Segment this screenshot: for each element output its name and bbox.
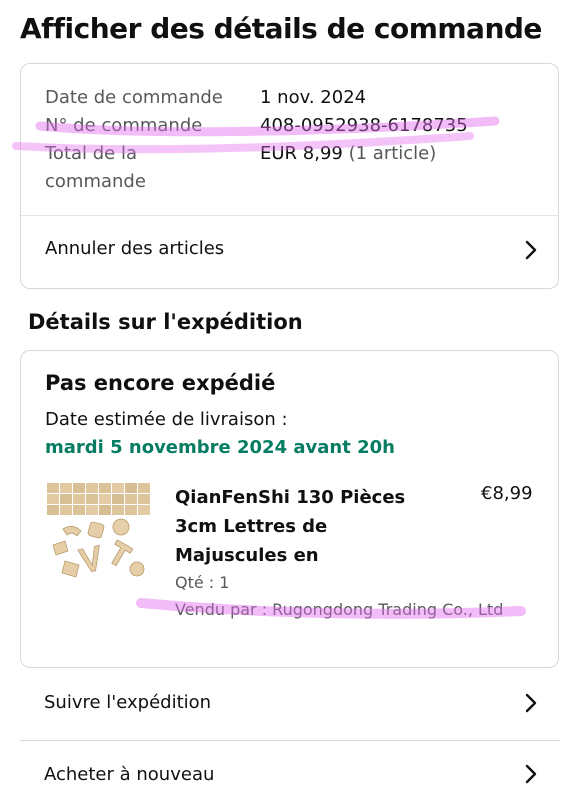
- buy-again-label: Acheter à nouveau: [44, 764, 215, 785]
- chevron-right-icon: [525, 693, 537, 713]
- buy-again-row[interactable]: Acheter à nouveau: [20, 742, 560, 798]
- order-total-label-line2: commande: [45, 171, 146, 192]
- product-title-link[interactable]: QianFenShi 130 Pièces 3cm Lettres de Maj…: [175, 483, 415, 570]
- order-date-value: 1 nov. 2024: [260, 87, 367, 108]
- shipment-status: Pas encore expédié: [45, 371, 276, 395]
- product-seller: Vendu par : Rugongdong Trading Co., Ltd: [175, 600, 504, 619]
- delivery-estimate-label: Date estimée de livraison :: [45, 409, 288, 430]
- loose-letter-shapes: [52, 518, 145, 578]
- cancel-items-row[interactable]: Annuler des articles: [21, 216, 558, 288]
- order-total-value: EUR 8,99 (1 article): [260, 140, 436, 168]
- order-total-amount: EUR 8,99: [260, 143, 343, 164]
- order-summary-card: Date de commande 1 nov. 2024 N° de comma…: [20, 63, 559, 289]
- divider: [20, 740, 560, 741]
- shipment-card: Pas encore expédié Date estimée de livra…: [20, 350, 559, 668]
- track-shipment-label: Suivre l'expédition: [44, 692, 212, 713]
- cancel-items-label: Annuler des articles: [45, 238, 225, 259]
- order-total-count: (1 article): [348, 143, 437, 164]
- order-number-value: 408-0952938-6178735: [260, 115, 468, 136]
- order-number-label: N° de commande: [45, 115, 203, 136]
- chevron-right-icon: [525, 240, 537, 260]
- page-title: Afficher des détails de commande: [20, 12, 542, 45]
- letter-tiles-grid: [47, 483, 150, 515]
- shipment-section-title: Détails sur l'expédition: [28, 310, 303, 334]
- product-quantity: Qté : 1: [175, 573, 230, 592]
- order-date-label: Date de commande: [45, 87, 223, 108]
- product-price: €8,99: [481, 483, 533, 504]
- track-shipment-row[interactable]: Suivre l'expédition: [20, 670, 560, 740]
- order-total-label-line1: Total de la: [45, 143, 138, 164]
- delivery-estimate-date: mardi 5 novembre 2024 avant 20h: [45, 437, 395, 458]
- product-image[interactable]: [45, 481, 153, 591]
- order-total-label: Total de la commande: [45, 140, 146, 196]
- chevron-right-icon: [525, 764, 537, 784]
